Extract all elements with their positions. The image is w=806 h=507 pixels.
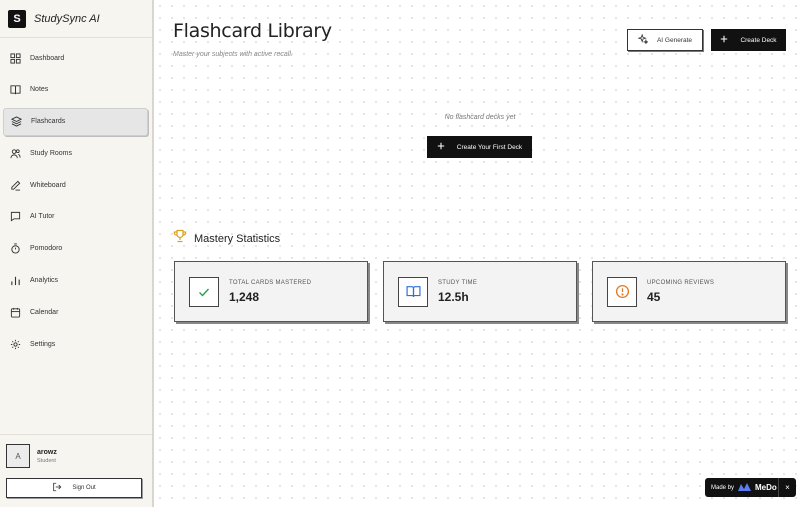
medo-logo-icon [738, 482, 752, 493]
sidebar-item-label: Flashcards [31, 118, 66, 126]
grid-icon [10, 52, 21, 64]
users-icon [10, 148, 21, 159]
gear-icon [10, 339, 21, 350]
sidebar-item-study-rooms[interactable]: Study Rooms [3, 139, 148, 167]
brand-name: StudySync AI [34, 12, 100, 25]
sidebar-item-label: Study Rooms [30, 149, 73, 157]
sidebar-item-ai-tutor[interactable]: AI Tutor [3, 203, 148, 231]
stat-card-cards-mastered: Total Cards Mastered 1,248 [174, 261, 368, 322]
sidebar-item-analytics[interactable]: Analytics [3, 267, 148, 295]
made-by-badge[interactable]: Made by MeDo × [705, 478, 796, 497]
empty-state-message: No flashcard decks yet [444, 114, 516, 121]
user-name: arowz [37, 448, 57, 456]
sparkles-icon [637, 33, 649, 46]
book-open-icon [398, 276, 428, 307]
stat-value: 12.5h [438, 289, 469, 304]
sidebar-item-label: Calendar [30, 308, 59, 316]
badge-brand: MeDo [755, 483, 777, 492]
sidebar-item-flashcards[interactable]: Flashcards [3, 107, 148, 136]
close-icon[interactable]: × [778, 478, 796, 497]
create-first-deck-label: Create Your First Deck [456, 143, 523, 151]
user-profile[interactable]: A arowz Student [6, 444, 146, 468]
stat-value: 1,248 [229, 289, 260, 304]
timer-icon [10, 243, 21, 254]
main-content: Flashcard Library Master your subjects w… [154, 0, 806, 507]
user-block: A arowz Student Sign Out [0, 434, 152, 498]
layers-icon [11, 116, 22, 127]
avatar: A [6, 444, 30, 468]
stats-heading-text: Mastery Statistics [194, 232, 281, 245]
page-title: Flashcard Library [173, 20, 332, 42]
stat-label: Study Time [438, 279, 478, 286]
sidebar-item-label: Whiteboard [30, 181, 66, 189]
trophy-icon [173, 229, 187, 248]
create-first-deck-button[interactable]: Create Your First Deck [427, 136, 532, 158]
stat-label: Upcoming Reviews [647, 279, 715, 286]
bar-chart-icon [10, 275, 21, 286]
brand[interactable]: S StudySync AI [0, 0, 152, 38]
sidebar-item-dashboard[interactable]: Dashboard [3, 44, 148, 72]
ai-generate-label: AI Generate [656, 36, 693, 44]
stats-heading: Mastery Statistics [173, 229, 280, 248]
check-icon [189, 276, 219, 307]
user-role: Student [37, 457, 56, 464]
sign-out-label: Sign Out [72, 485, 96, 491]
badge-prefix: Made by [711, 484, 735, 491]
sidebar-item-label: Notes [30, 86, 49, 94]
sign-out-button[interactable]: Sign Out [6, 478, 142, 498]
page-subtitle: Master your subjects with active recall. [173, 51, 293, 58]
sidebar-item-pomodoro[interactable]: Pomodoro [3, 235, 148, 263]
brand-logo: S [8, 9, 26, 28]
sidebar-item-whiteboard[interactable]: Whiteboard [3, 171, 148, 199]
sidebar-item-label: Settings [30, 340, 56, 348]
book-open-icon [10, 84, 21, 95]
app-root: S StudySync AI Dashboard Notes Flashcard… [0, 0, 806, 507]
pen-icon [10, 180, 21, 191]
sidebar-item-calendar[interactable]: Calendar [3, 298, 148, 326]
sidebar-item-label: Analytics [30, 277, 59, 285]
stat-value: 45 [647, 289, 661, 304]
sidebar: S StudySync AI Dashboard Notes Flashcard… [0, 0, 154, 507]
sidebar-item-settings[interactable]: Settings [3, 330, 148, 358]
stat-card-study-time: Study Time 12.5h [383, 261, 577, 322]
calendar-icon [10, 307, 21, 318]
plus-icon [437, 142, 445, 152]
create-deck-label: Create Deck [740, 36, 777, 44]
sidebar-item-label: Dashboard [30, 54, 65, 62]
sidebar-nav: Dashboard Notes Flashcards Study Rooms W… [0, 38, 152, 358]
sidebar-item-notes[interactable]: Notes [3, 76, 148, 104]
stat-card-upcoming-reviews: Upcoming Reviews 45 [592, 261, 786, 322]
alert-circle-icon [607, 276, 637, 307]
ai-generate-button[interactable]: AI Generate [627, 29, 703, 51]
stat-label: Total Cards Mastered [229, 279, 312, 286]
sidebar-item-label: AI Tutor [30, 213, 55, 221]
log-out-icon [52, 482, 62, 494]
message-square-icon [10, 211, 21, 222]
create-deck-button[interactable]: Create Deck [711, 29, 786, 51]
plus-icon [720, 35, 728, 45]
sidebar-item-label: Pomodoro [30, 245, 63, 253]
